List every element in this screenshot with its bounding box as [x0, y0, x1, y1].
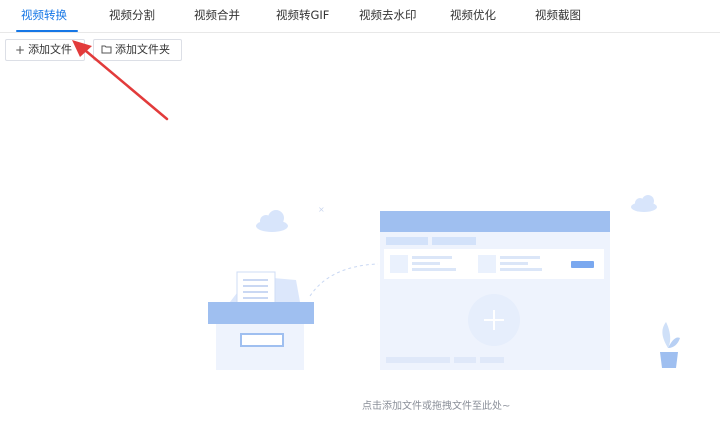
plant-icon	[660, 322, 680, 368]
drop-zone-hint: 点击添加文件或拖拽文件至此处~	[362, 401, 511, 412]
annotation-arrow	[72, 40, 169, 121]
cloud-right-icon	[631, 195, 657, 212]
connector-line	[309, 263, 379, 297]
app-window-icon	[380, 211, 610, 370]
file-box-icon	[208, 271, 314, 370]
drop-zone-illustration: ×	[72, 40, 680, 370]
cloud-left-icon	[256, 210, 288, 232]
sparkle-icon: ×	[318, 205, 325, 214]
